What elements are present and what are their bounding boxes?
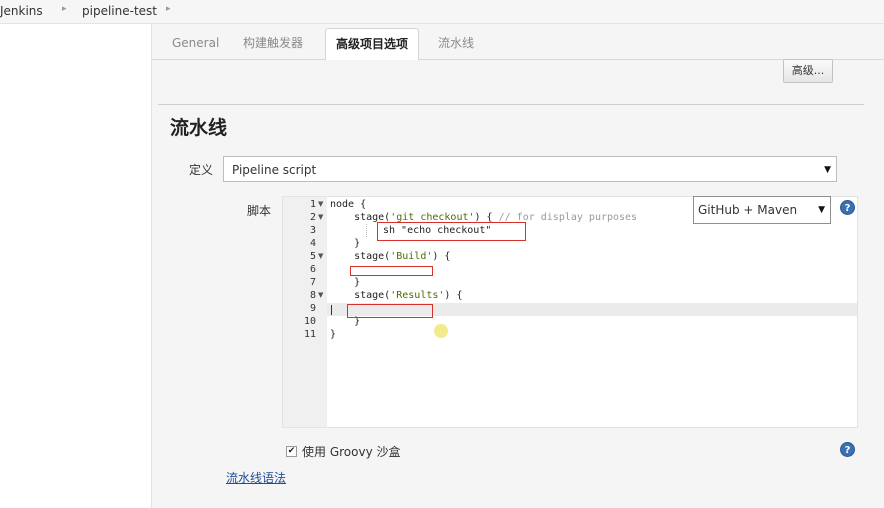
breadcrumb: Jenkins ▸ pipeline-test ▸ (0, 0, 884, 24)
text-cursor (331, 305, 332, 315)
line-number: 11 (303, 329, 316, 340)
help-icon[interactable]: ? (840, 200, 855, 215)
help-icon[interactable]: ? (840, 442, 855, 457)
line-number: 6 (309, 264, 316, 275)
config-tabbar: General 构建触发器 高级项目选项 流水线 (152, 24, 884, 60)
code-line-5: stage('Build') { (330, 251, 451, 262)
script-editor[interactable]: 1 2 3 4 5 6 7 8 9 10 11 ▼ ▼ ▼ ▼ node { s… (282, 196, 858, 428)
definition-select[interactable]: Pipeline script ▼ (223, 156, 837, 182)
chevron-down-icon: ▼ (818, 205, 825, 215)
line-number: 2 (309, 212, 316, 223)
advanced-button[interactable]: 高级... (783, 59, 833, 83)
tab-advanced-project-options[interactable]: 高级项目选项 (325, 28, 420, 60)
line-number: 4 (309, 238, 316, 249)
code-line-11: } (330, 329, 337, 340)
breadcrumb-pipeline-test[interactable]: pipeline-test (82, 4, 157, 18)
fold-arrow-icon[interactable]: ▼ (318, 211, 323, 224)
highlight-box-checkout (377, 222, 526, 241)
code-line-8: stage('Results') { (330, 290, 463, 301)
breadcrumb-separator-icon[interactable]: ▸ (62, 4, 67, 14)
tab-general[interactable]: General (162, 30, 229, 58)
script-label: 脚本 (247, 204, 272, 218)
line-number: 1 (309, 199, 316, 210)
groovy-sandbox-checkbox[interactable]: ✔ (286, 446, 297, 457)
fold-arrow-icon[interactable]: ▼ (318, 289, 323, 302)
groovy-sandbox-label: 使用 Groovy 沙盒 (302, 445, 401, 459)
breadcrumb-separator-icon[interactable]: ▸ (166, 4, 171, 14)
line-number: 3 (309, 225, 316, 236)
line-number: 8 (309, 290, 316, 301)
tab-build-triggers[interactable]: 构建触发器 (233, 30, 313, 58)
pipeline-syntax-link[interactable]: 流水线语法 (226, 469, 286, 486)
section-divider (158, 104, 864, 105)
indent-guide (366, 224, 367, 237)
sample-script-select-value: GitHub + Maven (698, 203, 798, 217)
fold-arrow-icon[interactable]: ▼ (318, 250, 323, 263)
breadcrumb-jenkins[interactable]: Jenkins (0, 4, 43, 18)
definition-select-value: Pipeline script (232, 163, 317, 177)
fold-arrow-icon[interactable]: ▼ (318, 198, 323, 211)
line-number: 9 (309, 303, 316, 314)
definition-label: 定义 (189, 163, 214, 177)
code-line-1: node { (330, 199, 367, 210)
config-content-area: General 构建触发器 高级项目选项 流水线 高级... 流水线 定义 Pi… (151, 24, 884, 508)
highlight-box-build (350, 266, 433, 276)
left-side-panel (0, 24, 150, 508)
section-title-pipeline: 流水线 (170, 117, 228, 139)
tab-pipeline[interactable]: 流水线 (428, 30, 484, 58)
line-number: 5 (309, 251, 316, 262)
chevron-down-icon: ▼ (824, 165, 831, 175)
sample-script-select[interactable]: GitHub + Maven ▼ (693, 196, 831, 224)
highlight-box-results (347, 304, 433, 318)
code-line-7: } (330, 277, 361, 288)
line-number: 10 (303, 316, 316, 327)
mouse-pointer-highlight (434, 324, 448, 338)
code-line-4: } (330, 238, 361, 249)
line-number: 7 (309, 277, 316, 288)
